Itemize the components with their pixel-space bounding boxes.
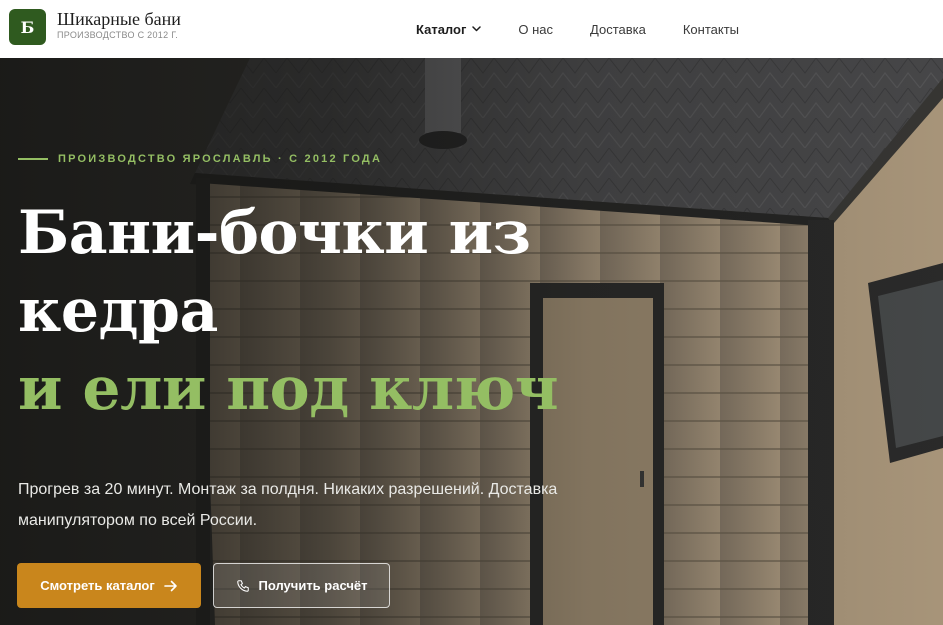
hero-title-line: кедра xyxy=(18,276,218,346)
brand-tagline: ПРОИЗВОДСТВО С 2012 Г. xyxy=(57,30,179,40)
logo-letter: Б xyxy=(20,17,35,37)
logo[interactable]: Б xyxy=(9,9,46,45)
view-catalog-label: Смотреть каталог xyxy=(40,578,155,593)
hero-title: Бани-бочки из кедра и ели под ключ xyxy=(18,194,718,428)
nav-item-contacts[interactable]: Контакты xyxy=(683,22,739,37)
nav-item-delivery[interactable]: Доставка xyxy=(590,22,646,37)
site-header: Б Шикарные бани ПРОИЗВОДСТВО С 2012 Г. К… xyxy=(0,0,943,58)
get-quote-label: Получить расчёт xyxy=(258,578,368,593)
hero-title-line: Бани-бочки из xyxy=(18,198,531,268)
view-catalog-button[interactable]: Смотреть каталог xyxy=(17,563,201,608)
brand-name: Шикарные бани xyxy=(57,9,181,29)
main-nav: Каталог О нас Доставка Контакты xyxy=(416,0,739,58)
nav-item-label: О нас xyxy=(518,21,554,37)
eyebrow-text: ПРОИЗВОДСТВО ЯРОСЛАВЛЬ · С 2012 ГОДА xyxy=(58,153,383,165)
nav-item-about[interactable]: О нас xyxy=(518,22,553,37)
hero-eyebrow: ПРОИЗВОДСТВО ЯРОСЛАВЛЬ · С 2012 ГОДА xyxy=(18,153,382,165)
nav-item-catalog[interactable]: Каталог xyxy=(416,21,482,37)
chevron-down-icon xyxy=(472,26,482,32)
nav-item-label: Доставка xyxy=(590,21,646,37)
hero-title-accent: и ели под ключ xyxy=(18,354,559,424)
get-quote-button[interactable]: Получить расчёт xyxy=(213,563,390,608)
hero-section: ПРОИЗВОДСТВО ЯРОСЛАВЛЬ · С 2012 ГОДА Бан… xyxy=(0,58,943,625)
arrow-right-icon xyxy=(163,580,178,592)
brand[interactable]: Шикарные бани ПРОИЗВОДСТВО С 2012 Г. xyxy=(57,9,181,41)
nav-item-label: Контакты xyxy=(682,21,739,37)
nav-item-label: Каталог xyxy=(416,21,467,37)
hero-lead-text: Прогрев за 20 минут. Монтаж за полдня. Н… xyxy=(18,481,558,529)
phone-icon xyxy=(236,579,250,593)
eyebrow-divider xyxy=(18,158,48,160)
